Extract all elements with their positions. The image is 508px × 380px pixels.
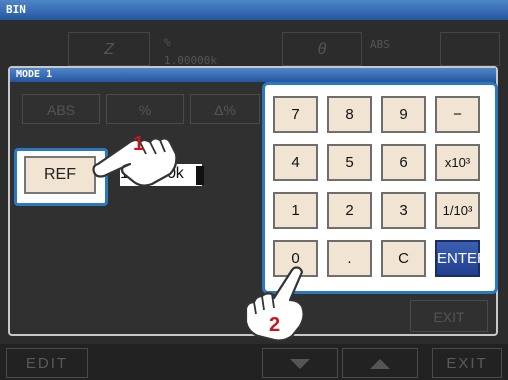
param-z-label: Z <box>104 41 114 58</box>
param-z-box: Z <box>68 32 150 66</box>
tab-delta-percent[interactable]: Δ% <box>190 94 260 124</box>
exit-button[interactable]: EXIT <box>432 348 502 378</box>
edit-button[interactable]: EDIT <box>6 348 88 378</box>
dialog-title: MODE 1 <box>10 68 496 82</box>
param-theta-box: θ <box>282 32 362 66</box>
key-6[interactable]: 6 <box>381 144 426 181</box>
key-multiply-1000[interactable]: x10³ <box>435 144 480 181</box>
up-button[interactable] <box>342 348 418 378</box>
key-enter[interactable]: ENTER <box>435 240 488 277</box>
key-1[interactable]: 1 <box>273 192 318 229</box>
key-8[interactable]: 8 <box>327 96 372 133</box>
key-2[interactable]: 2 <box>327 192 372 229</box>
tab-abs[interactable]: ABS <box>22 94 100 124</box>
step-2-label: 2 <box>269 314 281 336</box>
down-button[interactable] <box>262 348 338 378</box>
window-title: BIN <box>0 0 508 20</box>
param-theta-label: θ <box>317 41 327 58</box>
key-divide-1000[interactable]: 1/10³ <box>435 192 480 229</box>
key-minus[interactable]: − <box>435 96 480 133</box>
key-4[interactable]: 4 <box>273 144 318 181</box>
step-1-label: 1 <box>133 133 145 155</box>
down-arrow-icon <box>290 359 310 370</box>
key-9[interactable]: 9 <box>381 96 426 133</box>
ref-button[interactable]: REF <box>24 156 96 194</box>
up-arrow-icon <box>370 359 390 370</box>
dialog-exit-button[interactable]: EXIT <box>410 300 488 332</box>
text-cursor <box>196 166 204 185</box>
param-right-box <box>440 32 500 66</box>
key-decimal-point[interactable]: . <box>327 240 372 277</box>
key-5[interactable]: 5 <box>327 144 372 181</box>
mode-abs-label: ABS <box>370 38 390 51</box>
unit-pct-label: % <box>164 36 171 49</box>
key-7[interactable]: 7 <box>273 96 318 133</box>
key-clear[interactable]: C <box>381 240 426 277</box>
key-3[interactable]: 3 <box>381 192 426 229</box>
